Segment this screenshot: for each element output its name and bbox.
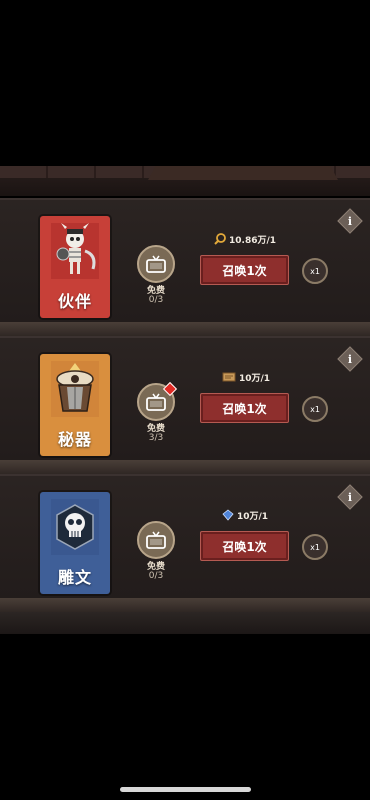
glyph-card[interactable]: 雕文: [40, 492, 110, 594]
free-ad-button[interactable]: [137, 381, 178, 421]
free-ad-button[interactable]: [137, 521, 175, 559]
partner-card[interactable]: 伙伴: [40, 216, 110, 318]
cost-text: 10万/1: [239, 373, 271, 384]
card-label: 伙伴: [57, 292, 92, 311]
shelf-ledge: [0, 460, 370, 474]
scroll-ticket-icon: [222, 372, 236, 382]
cost-display: 10万/1: [222, 370, 270, 384]
multiplier-button[interactable]: x1: [302, 534, 328, 560]
summon-panel-artifact: 秘器 免费 3/3 10万/1 召唤1次 x1 i: [0, 336, 370, 462]
home-indicator[interactable]: [120, 787, 251, 792]
summon-panel-glyph: 雕文 免费 0/3 10万/1 召唤1次 x1 i: [0, 474, 370, 600]
magnifier-coin-icon: [214, 233, 226, 245]
free-ad-button[interactable]: [137, 245, 175, 283]
armor-artifact-icon: [44, 358, 106, 420]
card-label: 秘器: [57, 430, 92, 449]
free-count: 3/3: [148, 433, 164, 443]
info-icon[interactable]: i: [337, 484, 363, 510]
summon-once-button[interactable]: 召唤1次: [200, 393, 289, 423]
summon-screen: 伙伴 免费 0/3 10.86万/1 召唤1次 x1 i 秘器 免费 3/3 1…: [0, 0, 370, 800]
shelf-ledge: [0, 322, 370, 336]
tv-icon: [146, 531, 166, 549]
blue-gem-icon: [222, 509, 234, 521]
summon-once-button[interactable]: 召唤1次: [200, 531, 289, 561]
shelf-ledge: [0, 598, 370, 612]
free-count: 0/3: [148, 295, 164, 305]
info-icon[interactable]: i: [337, 346, 363, 372]
roof-trim: [0, 166, 370, 196]
skeleton-warrior-icon: [44, 220, 106, 282]
summon-panel-partner: 伙伴 免费 0/3 10.86万/1 召唤1次 x1 i: [0, 198, 370, 324]
info-icon[interactable]: i: [337, 208, 363, 234]
multiplier-button[interactable]: x1: [302, 396, 328, 422]
cost-text: 10.86万/1: [229, 235, 277, 246]
summon-once-button[interactable]: 召唤1次: [200, 255, 289, 285]
artifact-card[interactable]: 秘器: [40, 354, 110, 456]
card-label: 雕文: [57, 568, 92, 587]
multiplier-button[interactable]: x1: [302, 258, 328, 284]
tv-icon: [146, 255, 166, 273]
skull-glyph-icon: [44, 496, 106, 558]
free-count: 0/3: [148, 571, 164, 581]
tv-icon: [146, 393, 166, 411]
bottom-bar: [0, 612, 370, 634]
cost-text: 10万/1: [237, 511, 269, 522]
cost-display: 10万/1: [222, 508, 268, 522]
cost-display: 10.86万/1: [214, 232, 276, 246]
